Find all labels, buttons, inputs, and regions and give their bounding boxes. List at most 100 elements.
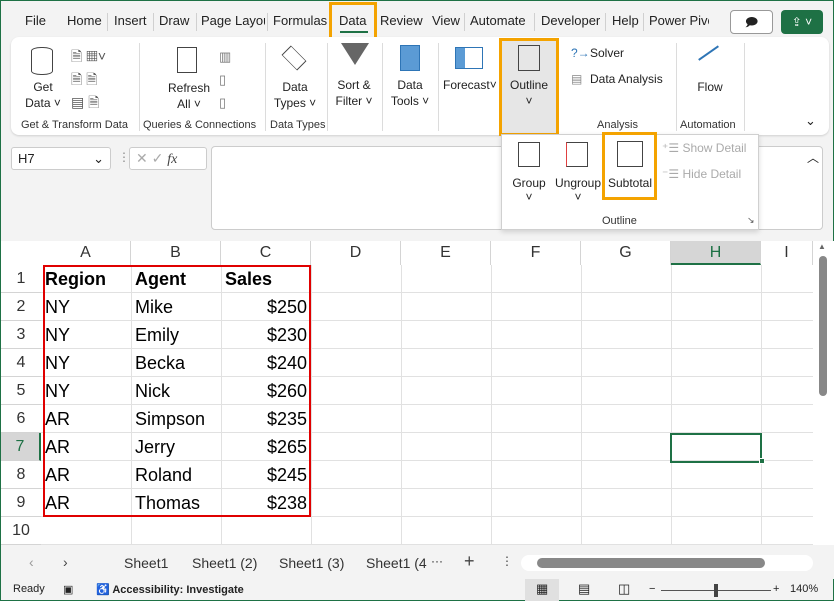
sheet-tab-4[interactable]: Sheet1 (4 xyxy=(366,555,427,571)
tab-file[interactable]: File xyxy=(23,13,48,28)
zoom-out-icon[interactable]: − xyxy=(649,583,655,595)
solver-icon: ?→ xyxy=(571,46,590,60)
formula-buttons: ✕ ✓ fx xyxy=(129,147,207,170)
status-ready: Ready xyxy=(13,583,45,595)
get-data-icon xyxy=(31,47,53,75)
enter-icon[interactable]: ✓ xyxy=(152,150,164,166)
name-box[interactable]: H7 ⌄ xyxy=(11,147,111,170)
data-tools-button[interactable]: Data Tools ˅ xyxy=(387,77,433,109)
scroll-up-icon[interactable]: ▲ xyxy=(818,242,826,251)
macro-record-icon[interactable]: ▣ xyxy=(63,583,73,596)
row-header-4[interactable]: 4 xyxy=(1,349,41,377)
page-break-view-icon[interactable]: ◫ xyxy=(618,581,630,597)
tab-automate[interactable]: Automate xyxy=(468,13,528,28)
row-header-8[interactable]: 8 xyxy=(1,461,41,489)
table-border xyxy=(43,265,311,517)
get-data-button[interactable]: Get Data ˅ xyxy=(21,79,65,111)
tab-insert[interactable]: Insert xyxy=(112,13,149,28)
ungroup-icon xyxy=(566,142,588,167)
data-types-button[interactable]: Data Types ˅ xyxy=(271,79,319,111)
flow-button[interactable]: Flow xyxy=(687,79,733,95)
row-header-2[interactable]: 2 xyxy=(1,293,41,321)
tab-view[interactable]: View xyxy=(430,13,462,28)
sheet-tab-3[interactable]: Sheet1 (3) xyxy=(279,555,344,571)
selected-cell-h7[interactable] xyxy=(670,433,762,463)
share-icon: ⇪ ˅ xyxy=(791,15,813,29)
tab-draw[interactable]: Draw xyxy=(157,13,191,28)
column-header-g[interactable]: G xyxy=(581,241,671,265)
column-header-b[interactable]: B xyxy=(131,241,221,265)
row-header-7[interactable]: 7 xyxy=(1,433,41,461)
group-chevron-icon: ˅ xyxy=(525,190,533,204)
row-header-5[interactable]: 5 xyxy=(1,377,41,405)
accessibility-status[interactable]: ♿ Accessibility: Investigate xyxy=(96,583,244,596)
outline-panel-title: Outline xyxy=(602,215,637,227)
data-analysis-button[interactable]: Data Analysis xyxy=(590,72,663,86)
new-sheet-icon[interactable]: + xyxy=(464,551,475,572)
column-gridline xyxy=(761,265,762,545)
show-detail-button[interactable]: ⁺☰ Show Detail xyxy=(662,141,746,155)
column-header-h[interactable]: H xyxy=(671,241,761,265)
tab-help[interactable]: Help xyxy=(610,13,641,28)
column-gridline xyxy=(311,265,312,545)
cancel-icon[interactable]: ✕ xyxy=(136,150,148,166)
row-header-1[interactable]: 1 xyxy=(1,265,41,293)
column-header-i[interactable]: I xyxy=(761,241,813,265)
row-header-10[interactable]: 10 xyxy=(1,517,41,545)
queries-small-icons[interactable]: ▥ ▯ ▯ xyxy=(219,45,231,114)
sort-filter-button[interactable]: Sort & Filter ˅ xyxy=(331,77,377,109)
column-gridline xyxy=(401,265,402,545)
zoom-level[interactable]: 140% xyxy=(790,583,818,595)
group-analysis: Analysis xyxy=(597,119,638,131)
tab-home[interactable]: Home xyxy=(65,13,104,28)
column-header-f[interactable]: F xyxy=(491,241,581,265)
page-layout-view-icon[interactable]: ▤ xyxy=(578,581,590,597)
column-header-d[interactable]: D xyxy=(311,241,401,265)
forecast-icon xyxy=(455,47,483,69)
tab-power-pivot[interactable]: Power Pivo xyxy=(647,13,709,28)
get-data-small-icons[interactable]: 🗎 ▦˅ 🗎 🗎 ▤ 🗎 xyxy=(71,45,106,114)
tab-page-layout[interactable]: Page Layou xyxy=(199,13,265,28)
accessibility-icon: ♿ xyxy=(96,584,113,596)
zoom-in-icon[interactable]: + xyxy=(773,583,779,595)
group-icon xyxy=(518,142,540,167)
collapse-ribbon-icon[interactable]: ⌄ xyxy=(805,113,816,129)
dialog-launcher-icon[interactable]: ↘ xyxy=(747,215,755,226)
row-header-6[interactable]: 6 xyxy=(1,405,41,433)
insert-function-icon[interactable]: fx xyxy=(167,152,177,167)
refresh-all-button[interactable]: Refresh All ˅ xyxy=(163,80,215,112)
fill-handle[interactable] xyxy=(759,458,765,464)
prev-sheet-icon[interactable]: ‹ xyxy=(29,554,34,570)
more-sheets-icon[interactable]: ··· xyxy=(431,554,443,568)
hide-detail-label: Hide Detail xyxy=(682,167,742,181)
column-header-c[interactable]: C xyxy=(221,241,311,265)
comment-icon: 🗩 xyxy=(744,15,759,29)
zoom-slider-thumb[interactable] xyxy=(714,584,718,597)
row-header-9[interactable]: 9 xyxy=(1,489,41,517)
collapse-formula-bar-icon[interactable]: ︿ xyxy=(807,149,819,166)
row-header-3[interactable]: 3 xyxy=(1,321,41,349)
forecast-button[interactable]: Forecast˅ xyxy=(443,77,497,93)
tab-formulas[interactable]: Formulas xyxy=(271,13,329,28)
tab-developer[interactable]: Developer xyxy=(539,13,602,28)
share-button[interactable]: ⇪ ˅ xyxy=(781,10,823,34)
chevron-down-icon: ⌄ xyxy=(93,151,104,166)
tab-split-handle-icon[interactable]: ⋮ xyxy=(501,554,513,568)
vertical-scroll-thumb[interactable] xyxy=(819,256,827,396)
column-header-e[interactable]: E xyxy=(401,241,491,265)
sheet-tab-1[interactable]: Sheet1 xyxy=(124,555,168,571)
horizontal-scroll-thumb[interactable] xyxy=(537,558,765,568)
column-gridline xyxy=(671,265,672,545)
solver-button[interactable]: Solver xyxy=(590,46,624,60)
name-box-value: H7 xyxy=(18,151,35,166)
accessibility-label: Accessibility: Investigate xyxy=(112,584,244,596)
outline-highlight xyxy=(499,38,559,136)
sheet-tab-2[interactable]: Sheet1 (2) xyxy=(192,555,257,571)
next-sheet-icon[interactable]: › xyxy=(63,554,68,570)
hide-detail-button[interactable]: ⁻☰ Hide Detail xyxy=(662,167,741,181)
tab-review[interactable]: Review xyxy=(378,13,425,28)
comments-button[interactable]: 🗩 xyxy=(730,10,773,34)
column-header-a[interactable]: A xyxy=(41,241,131,265)
show-detail-label: Show Detail xyxy=(682,141,747,155)
hide-detail-icon: ⁻☰ xyxy=(662,167,683,181)
